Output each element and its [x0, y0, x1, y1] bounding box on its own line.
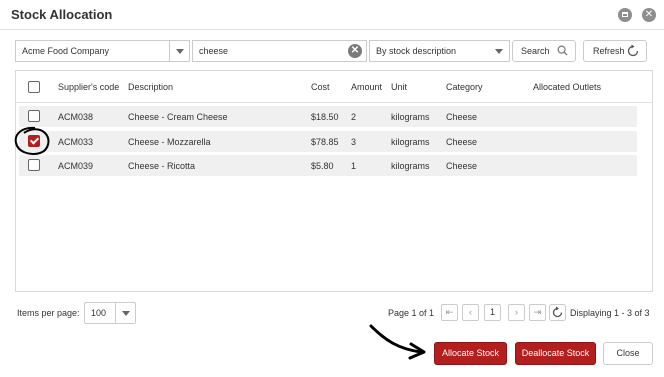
- cell-code: ACM033: [58, 137, 94, 147]
- cell-code: ACM039: [58, 161, 94, 171]
- search-button[interactable]: Search: [512, 40, 576, 62]
- cell-category: Cheese: [446, 112, 478, 122]
- stock-grid: Supplier's code Description Cost Amount …: [15, 70, 653, 292]
- select-all-checkbox[interactable]: [28, 81, 40, 93]
- close-button[interactable]: Close: [603, 342, 653, 365]
- search-input[interactable]: cheese ✕: [192, 40, 367, 62]
- cell-cost: $18.50: [311, 112, 339, 122]
- table-row[interactable]: ACM039 Cheese - Ricotta $5.80 1 kilogram…: [19, 155, 637, 176]
- cell-unit: kilograms: [391, 137, 430, 147]
- deallocate-stock-button[interactable]: Deallocate Stock: [515, 342, 596, 365]
- col-header-code[interactable]: Supplier's code: [58, 82, 119, 92]
- col-header-unit[interactable]: Unit: [391, 82, 407, 92]
- cell-amount: 1: [351, 161, 357, 171]
- col-header-description[interactable]: Description: [128, 82, 173, 92]
- cell-description: Cheese - Cream Cheese: [128, 112, 228, 122]
- cell-code: ACM038: [58, 112, 94, 122]
- current-page-input[interactable]: 1: [484, 304, 501, 321]
- last-page-icon[interactable]: ⇥: [529, 304, 546, 321]
- page-info: Page 1 of 1: [388, 308, 435, 318]
- row-checkbox[interactable]: [28, 110, 40, 122]
- window-close-icon[interactable]: ✕: [642, 8, 656, 22]
- supplier-dropdown[interactable]: Acme Food Company: [15, 40, 190, 62]
- window-maximize-icon[interactable]: [618, 8, 632, 22]
- col-header-cost[interactable]: Cost: [311, 82, 330, 92]
- col-header-allocated-outlets[interactable]: Allocated Outlets: [533, 82, 601, 92]
- refresh-icon[interactable]: [549, 304, 566, 321]
- refresh-button[interactable]: Refresh: [583, 40, 647, 62]
- col-header-category[interactable]: Category: [446, 82, 483, 92]
- cell-amount: 2: [351, 112, 357, 122]
- grid-header: Supplier's code Description Cost Amount …: [16, 71, 652, 103]
- cell-description: Cheese - Mozzarella: [128, 137, 211, 147]
- chevron-down-icon: [495, 49, 503, 54]
- cell-cost: $5.80: [311, 161, 334, 171]
- items-per-page-value: 100: [91, 308, 107, 318]
- annotation-arrowhead: [408, 342, 426, 360]
- table-row[interactable]: ACM033 Cheese - Mozzarella $78.85 3 kilo…: [19, 131, 637, 152]
- search-input-value: cheese: [199, 46, 229, 56]
- chevron-down-icon[interactable]: [169, 41, 189, 61]
- cell-category: Cheese: [446, 161, 478, 171]
- first-page-icon[interactable]: ⇤: [441, 304, 458, 321]
- items-per-page-label: Items per page:: [17, 308, 80, 318]
- search-button-label: Search: [521, 46, 550, 56]
- row-checkbox[interactable]: [28, 159, 40, 171]
- cell-cost: $78.85: [311, 137, 339, 147]
- items-per-page-dropdown[interactable]: 100: [84, 302, 136, 324]
- search-icon: [557, 45, 568, 56]
- cell-category: Cheese: [446, 137, 478, 147]
- table-row[interactable]: ACM038 Cheese - Cream Cheese $18.50 2 ki…: [19, 106, 637, 127]
- displaying-count: Displaying 1 - 3 of 3: [570, 308, 650, 318]
- dialog-title: Stock Allocation: [11, 7, 113, 22]
- prev-page-icon[interactable]: ‹: [462, 304, 479, 321]
- refresh-button-label: Refresh: [593, 46, 625, 56]
- row-checkbox-checked[interactable]: [28, 135, 40, 147]
- search-mode-dropdown[interactable]: By stock description: [369, 40, 510, 62]
- next-page-icon[interactable]: ›: [508, 304, 525, 321]
- chevron-down-icon[interactable]: [115, 303, 135, 323]
- title-bar: Stock Allocation ✕: [0, 0, 664, 30]
- col-header-amount[interactable]: Amount: [351, 82, 382, 92]
- search-mode-value: By stock description: [376, 46, 457, 56]
- supplier-value: Acme Food Company: [22, 46, 110, 56]
- cell-amount: 3: [351, 137, 357, 147]
- cell-description: Cheese - Ricotta: [128, 161, 196, 171]
- cell-unit: kilograms: [391, 161, 430, 171]
- allocate-stock-button[interactable]: Allocate Stock: [434, 342, 507, 365]
- clear-search-icon[interactable]: ✕: [348, 44, 362, 58]
- refresh-icon: [627, 44, 639, 57]
- cell-unit: kilograms: [391, 112, 430, 122]
- annotation-arrow: [369, 324, 423, 354]
